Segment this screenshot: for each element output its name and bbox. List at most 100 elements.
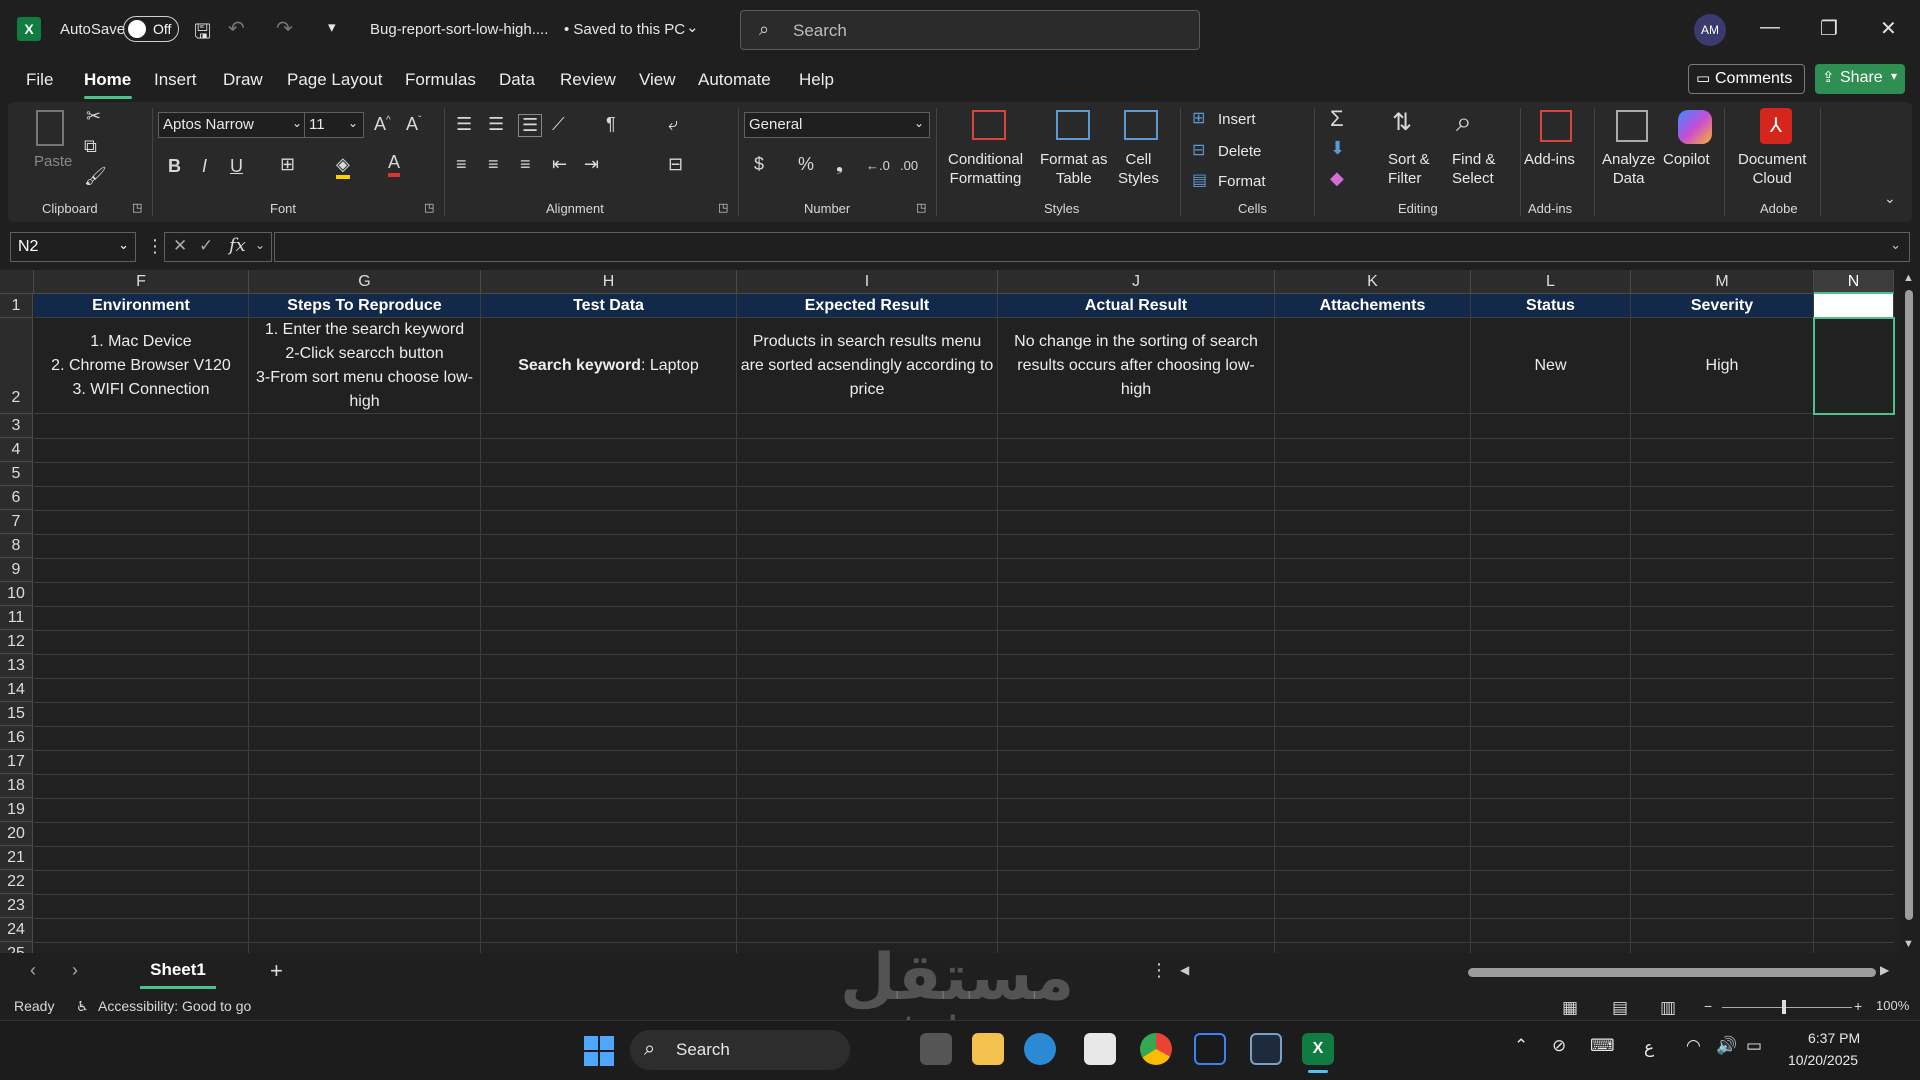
row-header-18[interactable]: 18 [0,774,33,798]
find-select-icon[interactable]: ⌕ [1456,106,1472,139]
row-header-23[interactable]: 23 [0,894,33,918]
format-painter-icon[interactable]: 🖌 [84,166,107,187]
row-header-24[interactable]: 24 [0,918,33,942]
row-header-20[interactable]: 20 [0,822,33,846]
undo-icon[interactable]: ↶ [228,16,245,41]
tab-home[interactable]: Home [84,70,131,90]
file-explorer-icon[interactable] [972,1033,1004,1065]
analyze-data-icon[interactable] [1616,110,1648,142]
tab-page-layout[interactable]: Page Layout [287,70,382,90]
minimize-icon[interactable]: — [1760,16,1780,39]
enter-icon[interactable]: ✓ [199,236,213,256]
name-box[interactable]: N2 ⌄ [10,232,136,262]
scroll-down-icon[interactable]: ▼ [1903,938,1914,950]
tab-automate[interactable]: Automate [698,70,771,90]
avatar[interactable]: AM [1694,14,1726,46]
tab-insert[interactable]: Insert [154,70,197,90]
format-as-table-label[interactable]: Format as Table [1040,150,1108,188]
task-view-icon[interactable] [920,1033,952,1065]
vertical-scroll-thumb[interactable] [1905,290,1913,920]
dialog-launcher-icon[interactable]: ◳ [132,201,142,214]
row-header-3[interactable]: 3 [0,414,33,438]
accessibility-status[interactable]: Accessibility: Good to go [98,998,251,1014]
next-sheet-icon[interactable]: › [72,960,78,981]
insert-cells-label[interactable]: Insert [1218,110,1256,129]
zoom-out-icon[interactable]: − [1704,998,1712,1014]
volume-icon[interactable]: 🔊 [1716,1036,1737,1056]
more-options-icon[interactable]: ⋮ [1150,960,1168,981]
close-icon[interactable]: ✕ [1880,16,1897,41]
conditional-formatting-icon[interactable] [972,110,1006,140]
increase-decimal-icon[interactable]: ←.0 [866,158,890,173]
dialog-launcher-icon[interactable]: ◳ [916,201,926,214]
cell-attachments[interactable] [1275,318,1471,414]
expand-formula-icon[interactable]: ⌄ [1890,237,1901,253]
underline-icon[interactable]: U [230,156,243,177]
row-header-15[interactable]: 15 [0,702,33,726]
row-header-2[interactable]: 2 [0,318,33,414]
page-layout-view-icon[interactable]: ▤ [1612,998,1628,1018]
taskbar-search[interactable]: ⌕ Search [630,1030,850,1070]
middle-align-icon[interactable]: ☰ [488,114,504,135]
cell-severity[interactable]: High [1631,318,1814,414]
fill-color-icon[interactable]: ◈ [336,154,350,179]
row-header-19[interactable]: 19 [0,798,33,822]
font-size-dropdown[interactable]: 11 ⌄ [304,112,364,138]
header-cell-environment[interactable]: Environment [34,294,249,318]
cell-test-data[interactable]: Search keyword: Laptop [481,318,737,414]
increase-font-size-icon[interactable]: A^ [374,114,391,135]
cut-icon[interactable]: ✂ [86,106,101,127]
align-left-icon[interactable]: ≡ [456,154,467,175]
tab-help[interactable]: Help [799,70,834,90]
decrease-indent-icon[interactable]: ⇤ [552,154,567,175]
row-header-10[interactable]: 10 [0,582,33,606]
font-name-dropdown[interactable]: Aptos Narrow ⌄ [158,112,308,138]
find-select-label[interactable]: Find & Select [1452,150,1495,188]
intellij-icon[interactable] [1194,1033,1226,1065]
decrease-font-size-icon[interactable]: Aˇ [406,114,421,135]
column-header-f[interactable]: F [34,270,249,294]
autosave-toggle[interactable]: Off [123,16,179,42]
row-header-22[interactable]: 22 [0,870,33,894]
battery-icon[interactable]: ▭ [1746,1036,1762,1056]
scroll-left-icon[interactable]: ◀ [1180,963,1189,977]
select-all-corner[interactable] [0,270,34,294]
header-cell-actual[interactable]: Actual Result [998,294,1275,318]
row-header-12[interactable]: 12 [0,630,33,654]
cell-environment[interactable]: 1. Mac Device 2. Chrome Browser V120 3. … [34,318,249,414]
percent-icon[interactable]: % [798,154,814,175]
sheet-tab-sheet1[interactable]: Sheet1 [140,955,216,989]
row-header-7[interactable]: 7 [0,510,33,534]
chevron-down-icon[interactable]: ⌄ [686,18,699,36]
customize-qat-icon[interactable]: ▾ [328,18,336,36]
accessibility-icon[interactable]: ♿ [76,998,89,1015]
cell-expected[interactable]: Products in search results menu are sort… [737,318,998,414]
zoom-in-icon[interactable]: + [1854,998,1862,1014]
microsoft-store-icon[interactable] [1084,1033,1116,1065]
clock-date[interactable]: 10/20/2025 [1788,1052,1858,1068]
add-ins-icon[interactable] [1540,110,1572,142]
zoom-slider[interactable] [1722,1007,1852,1008]
scroll-up-icon[interactable]: ▲ [1903,272,1914,284]
row-header-8[interactable]: 8 [0,534,33,558]
delete-cells-icon[interactable]: ⊟ [1192,140,1205,160]
add-sheet-icon[interactable]: + [270,958,283,984]
formula-input[interactable]: ⌄ [274,232,1910,262]
clear-icon[interactable]: ◆ [1330,168,1344,189]
column-header-i[interactable]: I [737,270,998,294]
windows-start-icon[interactable] [584,1036,614,1066]
conditional-formatting-label[interactable]: Conditional Formatting [948,150,1023,188]
search-box[interactable]: ⌕ Search [740,10,1200,50]
column-header-k[interactable]: K [1275,270,1471,294]
tab-view[interactable]: View [639,70,676,90]
prev-sheet-icon[interactable]: ‹ [30,960,36,981]
column-header-g[interactable]: G [249,270,481,294]
wrap-text-icon[interactable]: ⤶ [668,114,678,135]
format-as-table-icon[interactable] [1056,110,1090,140]
merge-center-icon[interactable]: ⊟ [668,154,683,175]
tab-data[interactable]: Data [499,70,535,90]
cell-styles-icon[interactable] [1124,110,1158,140]
share-button[interactable]: ⇪ Share ▾ [1815,64,1905,94]
row-header-13[interactable]: 13 [0,654,33,678]
tab-draw[interactable]: Draw [223,70,263,90]
